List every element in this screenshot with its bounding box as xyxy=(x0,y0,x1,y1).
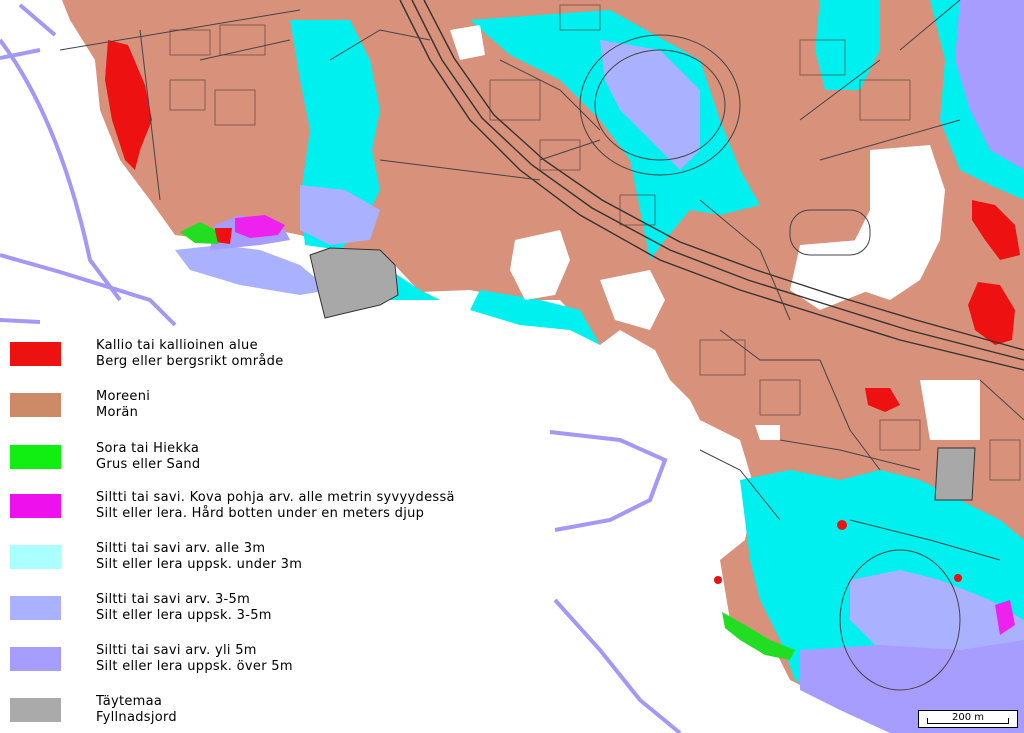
legend-swatch-silt-under3 xyxy=(10,545,61,569)
legend-label-sv: Fyllnadsjord xyxy=(96,710,177,725)
scale-tick-left xyxy=(927,718,928,724)
legend-label-sv: Berg eller bergsrikt område xyxy=(96,354,284,369)
legend-swatch-silt-hard xyxy=(10,494,61,518)
map-view[interactable]: Kallio tai kallioinen alue Berg eller be… xyxy=(0,0,1024,733)
scale-tick-right xyxy=(1008,718,1009,724)
legend-label-fi: Siltti tai savi. Kova pohja arv. alle me… xyxy=(96,490,455,505)
legend-label-fi: Kallio tai kallioinen alue xyxy=(96,338,258,353)
legend-label-sv: Morän xyxy=(96,405,139,420)
legend-swatch-fill xyxy=(10,698,61,722)
legend-label-fi: Siltti tai savi arv. 3-5m xyxy=(96,592,251,607)
legend-swatch-gravel xyxy=(10,445,61,469)
scale-bar: 200 m xyxy=(918,710,1018,728)
legend-swatch-silt-3-5 xyxy=(10,596,61,620)
legend-label-fi: Moreeni xyxy=(96,389,151,404)
legend-label-fi: Täytemaa xyxy=(96,694,163,709)
legend-label-sv: Silt eller lera uppsk. under 3m xyxy=(96,557,303,572)
legend-label-sv: Silt eller lera. Hård botten under en me… xyxy=(96,506,425,521)
legend-label-fi: Sora tai Hiekka xyxy=(96,441,200,456)
legend-swatch-silt-over5 xyxy=(10,647,61,671)
legend-swatch-rock xyxy=(10,342,61,366)
legend-label-sv: Silt eller lera uppsk. över 5m xyxy=(96,659,293,674)
legend-label-sv: Silt eller lera uppsk. 3-5m xyxy=(96,608,272,623)
legend-swatch-moraine xyxy=(10,393,61,417)
scale-line xyxy=(927,723,1009,724)
scale-label: 200 m xyxy=(951,712,984,723)
legend-label-fi: Siltti tai savi arv. alle 3m xyxy=(96,541,266,556)
legend-label-fi: Siltti tai savi arv. yli 5m xyxy=(96,643,257,658)
legend-label-sv: Grus eller Sand xyxy=(96,457,201,472)
